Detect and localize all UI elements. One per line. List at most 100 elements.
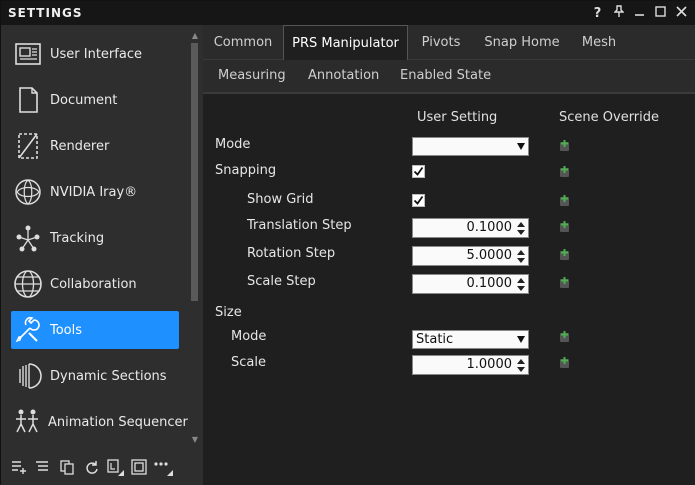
size-mode-label: Mode [231,329,267,344]
mode-label: Mode [215,137,251,152]
sidebar-item-collaboration[interactable]: Collaboration [11,265,179,303]
scale-step-label: Scale Step [247,274,316,289]
tab-snap-home[interactable]: Snap Home [474,25,570,60]
spin-up-icon[interactable] [517,222,525,227]
close-button[interactable] [671,5,692,21]
scroll-down-arrow[interactable]: ▼ [190,435,200,445]
chevron-down-icon [517,336,525,343]
help-button[interactable]: ? [587,6,608,21]
column-header-scene-override: Scene Override [559,110,660,125]
animation-sequencer-icon [11,405,43,439]
tab-enabled-state[interactable]: Enabled State [400,60,491,92]
scene-override-icon[interactable] [558,276,571,289]
sidebar-item-dynamic-sections[interactable]: Dynamic Sections [11,357,179,395]
translation-step-value: 0.1000 [466,220,513,235]
tracking-icon [11,221,45,255]
scene-override-icon[interactable] [558,194,571,207]
tools-icon [11,313,45,347]
size-scale-value: 1.0000 [466,357,513,372]
show-grid-label: Show Grid [247,192,314,207]
nvidia-iray-icon [11,175,45,209]
list-icon[interactable] [33,457,53,477]
sidebar-item-user-interface[interactable]: User Interface [11,35,179,73]
window-controls: ? [587,1,692,25]
refresh-icon[interactable] [81,457,101,477]
snapping-label: Snapping [215,163,277,178]
scale-step-spinbox[interactable]: 0.1000 [412,274,529,294]
add-list-icon[interactable] [9,457,29,477]
dynamic-sections-icon [11,359,45,393]
more-icon[interactable] [153,457,173,477]
rotation-step-value: 5.0000 [466,248,513,263]
sidebar-item-label: Tracking [50,230,105,246]
sidebar: User Interface Document Renderer NVIDIA … [1,25,203,485]
size-scale-label: Scale [231,355,266,370]
spin-down-icon[interactable] [517,286,525,291]
sidebar-item-label: User Interface [50,46,142,62]
sidebar-scrollbar-thumb[interactable] [191,43,198,301]
show-grid-checkbox[interactable] [412,194,425,207]
tab-pivots[interactable]: Pivots [408,25,474,60]
rotation-step-spinbox[interactable]: 5.0000 [412,246,529,266]
title-bar: SETTINGS ? [1,1,695,25]
translation-step-spinbox[interactable]: 0.1000 [412,218,529,238]
tab-prs-manipulator[interactable]: PRS Manipulator [283,25,408,61]
scene-override-icon[interactable] [558,139,571,152]
minimize-button[interactable] [629,6,650,21]
spin-down-icon[interactable] [517,258,525,263]
size-scale-spinbox[interactable]: 1.0000 [412,355,529,375]
column-header-user-setting: User Setting [417,110,498,125]
pin-icon[interactable] [608,5,629,21]
scene-override-icon[interactable] [558,330,571,343]
sidebar-item-label: Renderer [50,138,110,154]
sidebar-item-label: Dynamic Sections [50,368,167,384]
document-icon [11,83,45,117]
frame-icon[interactable] [105,457,125,477]
sidebar-item-document[interactable]: Document [11,81,179,119]
renderer-icon [11,129,45,163]
collaboration-icon [11,267,45,301]
rotation-step-label: Rotation Step [247,246,336,261]
size-mode-dropdown[interactable]: Static [412,330,529,349]
settings-content: User Setting Scene Override Mode Snappin… [203,92,695,485]
maximize-button[interactable] [650,5,671,21]
spin-up-icon[interactable] [517,250,525,255]
size-section-label: Size [215,305,242,320]
checkmark-icon [413,166,424,176]
scroll-up-arrow[interactable]: ▲ [190,31,200,41]
tab-bar-secondary: Measuring Annotation Enabled State [203,60,695,92]
copy-icon[interactable] [57,457,77,477]
user-interface-icon [11,37,45,71]
scale-step-value: 0.1000 [466,276,513,291]
snapping-checkbox[interactable] [412,165,425,178]
scene-override-icon[interactable] [558,165,571,178]
scene-override-icon[interactable] [558,248,571,261]
translation-step-label: Translation Step [247,218,352,233]
spin-up-icon[interactable] [517,278,525,283]
scene-override-icon[interactable] [558,356,571,369]
sidebar-toolbar [9,457,173,477]
chevron-down-icon [517,143,525,150]
tab-measuring[interactable]: Measuring [218,60,286,92]
sidebar-item-label: Tools [50,322,83,338]
tab-annotation[interactable]: Annotation [308,60,379,92]
spin-up-icon[interactable] [517,359,525,364]
spin-down-icon[interactable] [517,367,525,372]
settings-window: SETTINGS ? User Interface Document Rende… [0,0,695,485]
mode-dropdown[interactable] [412,137,529,156]
sidebar-item-label: Animation Sequencer [48,414,188,430]
sidebar-item-animation-sequencer[interactable]: Animation Sequencer [11,403,188,441]
checkmark-icon [413,195,424,205]
fit-icon[interactable] [129,457,149,477]
spin-down-icon[interactable] [517,230,525,235]
sidebar-item-tracking[interactable]: Tracking [11,219,179,257]
scene-override-icon[interactable] [558,220,571,233]
tab-mesh[interactable]: Mesh [570,25,628,60]
sidebar-item-nvidia-iray[interactable]: NVIDIA Iray® [11,173,179,211]
sidebar-item-label: NVIDIA Iray® [50,184,138,200]
sidebar-item-renderer[interactable]: Renderer [11,127,179,165]
tab-common[interactable]: Common [203,25,283,60]
sidebar-item-label: Document [50,92,118,108]
sidebar-item-tools[interactable]: Tools [11,311,179,349]
window-title: SETTINGS [8,6,83,20]
